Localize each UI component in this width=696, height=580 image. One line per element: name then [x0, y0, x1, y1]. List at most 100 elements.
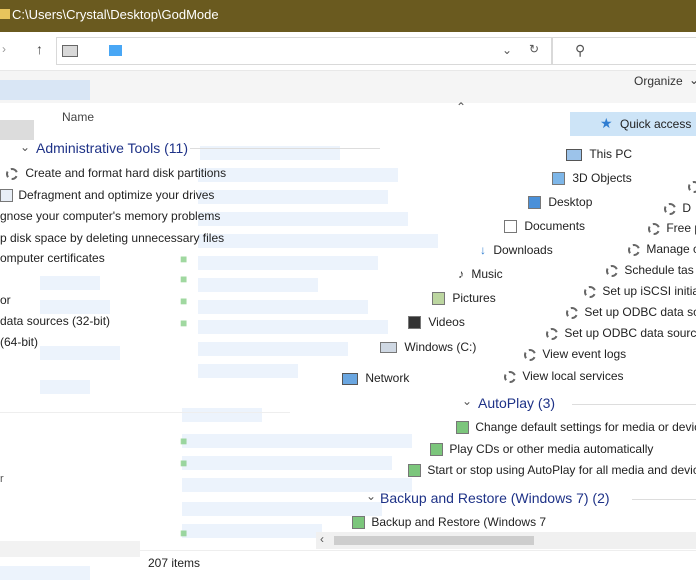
nav-quick-access[interactable]: ★ Quick access — [570, 112, 696, 136]
forward-arrow-icon[interactable]: › — [2, 42, 6, 56]
left-item-label: gnose your computer's memory problems — [0, 209, 221, 223]
autoplay-icon — [456, 421, 469, 435]
backup-item-0[interactable]: Backup and Restore (Windows 7 — [352, 515, 546, 530]
refresh-icon[interactable]: ↻ — [529, 42, 539, 56]
group-divider — [632, 499, 696, 500]
left-item-1[interactable]: Defragment and optimize your drives — [0, 188, 215, 203]
left-item-7[interactable]: (64-bit) — [0, 335, 38, 349]
group-divider — [572, 404, 696, 405]
chevron-down-icon[interactable]: ⌄ — [689, 73, 696, 87]
nav-windows-c[interactable]: Windows (C:) — [380, 340, 476, 354]
right-item-2[interactable]: Free p — [648, 221, 696, 235]
nav-downloads[interactable]: ↓ Downloads — [480, 243, 553, 257]
horizontal-scrollbar[interactable]: ‹ — [316, 532, 696, 549]
right-item-label: Change default settings for media or dev… — [475, 420, 696, 434]
nav-videos[interactable]: Videos — [408, 315, 465, 330]
nav-label: Network — [365, 371, 410, 385]
scroll-thumb[interactable] — [334, 536, 534, 545]
nav-this-pc[interactable]: This PC — [566, 147, 632, 161]
gear-icon — [584, 285, 596, 298]
autoplay-item-0[interactable]: Change default settings for media or dev… — [456, 420, 696, 435]
music-icon: ♪ — [458, 267, 464, 281]
left-item-5[interactable]: or — [0, 293, 11, 307]
group-title: AutoPlay (3) — [478, 395, 556, 411]
right-item-1[interactable]: D — [664, 201, 691, 215]
chevron-down-icon[interactable]: ⌄ — [20, 140, 30, 154]
group-title: Backup and Restore (Windows 7) (2) — [380, 490, 610, 506]
left-item-label: Defragment and optimize your drives — [18, 188, 215, 202]
backup-group[interactable]: ⌄ Backup and Restore (Windows 7) (2) — [364, 489, 696, 509]
right-item-label: Schedule tas — [624, 263, 694, 277]
left-item-6[interactable]: data sources (32-bit) — [0, 314, 110, 328]
left-item-0[interactable]: Create and format hard disk partitions — [6, 166, 226, 180]
monitor-icon — [566, 148, 582, 161]
chevron-down-icon[interactable]: ⌄ — [462, 394, 472, 408]
left-small-mark: r — [0, 473, 4, 485]
chevron-down-icon[interactable]: ⌄ — [366, 489, 376, 503]
ghost-ribbon — [0, 80, 90, 100]
computer-icon — [62, 45, 78, 57]
right-item-label: Set up ODBC data sou — [584, 305, 696, 319]
autoplay-item-1[interactable]: Play CDs or other media automatically — [430, 442, 653, 457]
right-item-7[interactable]: Set up ODBC data sources — [546, 326, 696, 340]
nav-3d-objects[interactable]: 3D Objects — [552, 171, 632, 186]
autoplay-icon — [430, 443, 443, 457]
gear-icon — [546, 327, 558, 340]
right-item-6[interactable]: Set up ODBC data sou — [566, 305, 696, 319]
title-bar: C:\Users\Crystal\Desktop\GodMode — [0, 0, 696, 32]
nav-label: Downloads — [493, 243, 553, 257]
nav-pictures[interactable]: Pictures — [432, 291, 496, 306]
organize-label[interactable]: Organize — [634, 74, 683, 88]
title-path: C:\Users\Crystal\Desktop\GodMode — [12, 7, 219, 22]
right-item-label: Manage c — [646, 242, 696, 256]
right-item-label: D — [682, 201, 692, 215]
picture-icon — [432, 292, 445, 306]
status-bar: 207 items — [120, 550, 696, 579]
gear-icon — [664, 202, 676, 215]
name-column-header[interactable]: Name — [62, 110, 94, 124]
right-item-label: Set up ODBC data sources — [564, 326, 696, 340]
gear-icon — [688, 180, 696, 193]
nav-label: Quick access — [620, 117, 692, 131]
left-item-label: data sources (32-bit) — [0, 314, 111, 328]
right-item-8[interactable]: View event logs — [524, 347, 626, 361]
left-strip — [0, 120, 34, 140]
left-item-4[interactable]: omputer certificates — [0, 251, 105, 265]
up-arrow-icon[interactable]: ↑ — [36, 41, 43, 57]
right-item-label: View local services — [522, 369, 624, 383]
left-item-3[interactable]: p disk space by deleting unnecessary fil… — [0, 231, 224, 245]
right-item-9[interactable]: View local services — [504, 369, 624, 383]
right-item-3[interactable]: Manage c — [628, 242, 696, 256]
scroll-left-icon[interactable]: ‹ — [320, 532, 324, 546]
right-item-5[interactable]: Set up iSCSI initiat — [584, 284, 696, 298]
partition-icon — [6, 167, 18, 180]
autoplay-icon — [408, 464, 421, 478]
left-divider — [0, 412, 290, 413]
admin-tools-group[interactable]: ⌄ Administrative Tools (11) — [0, 138, 380, 158]
sort-up-icon: ⌃ — [456, 100, 467, 114]
autoplay-item-2[interactable]: Start or stop using AutoPlay for all med… — [408, 463, 696, 478]
drive-icon — [380, 342, 397, 354]
nav-label: Pictures — [452, 291, 496, 305]
nav-label: 3D Objects — [572, 171, 632, 185]
group-divider — [190, 148, 380, 149]
right-item-label: Start or stop using AutoPlay for all med… — [427, 463, 696, 477]
defrag-icon — [0, 189, 13, 203]
right-item-0[interactable]: D — [688, 179, 696, 193]
autoplay-group[interactable]: ⌄ AutoPlay (3) — [460, 394, 696, 414]
nav-desktop[interactable]: Desktop — [528, 195, 592, 210]
chevron-down-icon[interactable]: ⌄ — [502, 43, 512, 57]
left-item-2[interactable]: gnose your computer's memory problems — [0, 209, 220, 223]
nav-label: Windows (C:) — [404, 340, 477, 354]
address-input[interactable]: ⌄ ↻ — [56, 37, 552, 65]
right-item-label: Free p — [666, 221, 696, 235]
left-item-label: or — [0, 293, 11, 307]
column-header[interactable]: Name ⌃ — [0, 100, 480, 128]
group-title: Administrative Tools (11) — [36, 140, 188, 156]
right-item-label: Set up iSCSI initiat — [602, 284, 696, 298]
nav-music[interactable]: ♪ Music — [458, 267, 503, 281]
right-item-4[interactable]: Schedule tas — [606, 263, 694, 277]
search-input[interactable]: ⚲ — [552, 37, 696, 65]
nav-documents[interactable]: Documents — [504, 219, 585, 234]
nav-network[interactable]: Network — [342, 371, 409, 385]
